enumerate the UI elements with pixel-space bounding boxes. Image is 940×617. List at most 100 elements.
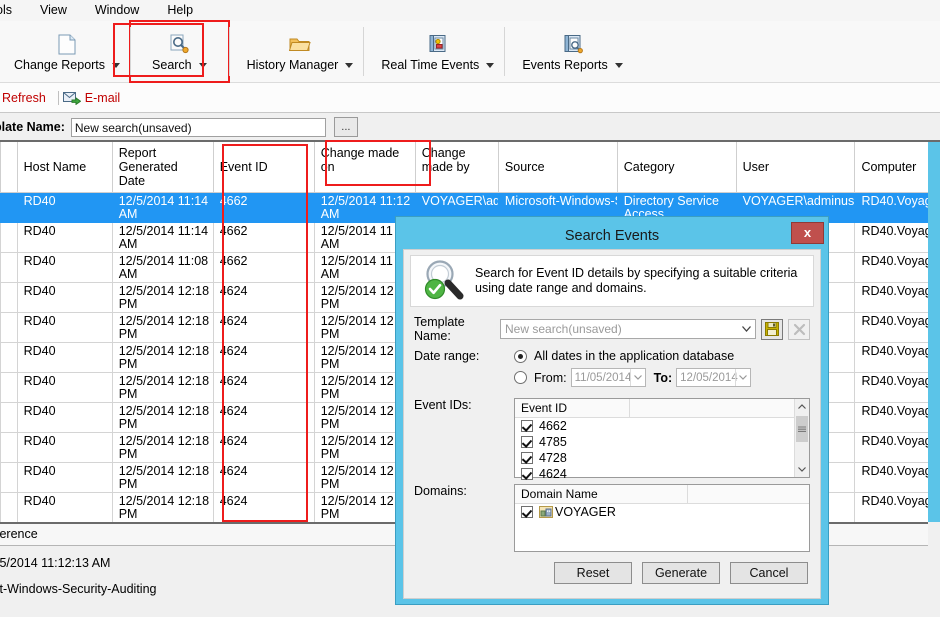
ribbon-button-change-reports[interactable]: Change Reports [0, 21, 130, 82]
domain-checkbox[interactable] [521, 506, 533, 518]
domain-name-column-header[interactable]: Domain Name [515, 485, 688, 503]
chevron-down-icon[interactable] [738, 320, 755, 338]
chevron-down-icon[interactable] [198, 62, 207, 68]
event-id-column-header[interactable]: Event ID [515, 399, 630, 417]
reset-button[interactable]: Reset [554, 562, 632, 584]
row-selector-cell[interactable] [0, 192, 18, 223]
cell-host: RD40 [16, 402, 113, 433]
chevron-down-icon[interactable] [735, 369, 750, 386]
radio-all-dates[interactable]: All dates in the application database [514, 349, 810, 363]
chevron-down-icon[interactable] [112, 62, 121, 68]
cell-host: RD40 [16, 342, 113, 373]
email-icon[interactable] [62, 91, 81, 105]
cell-host: RD40 [16, 312, 113, 343]
event-ids-scrollbar[interactable] [794, 399, 809, 477]
col-event-id[interactable]: Event ID [212, 142, 315, 193]
col-change-made-by[interactable]: Change made by [414, 142, 499, 193]
event-id-list-item[interactable]: 4785 [515, 434, 809, 450]
chevron-down-icon[interactable] [629, 369, 645, 386]
save-template-button[interactable] [761, 318, 783, 340]
email-link[interactable]: E-mail [85, 91, 128, 105]
cell-host: RD40 [16, 192, 113, 223]
row-selector-cell[interactable] [0, 492, 18, 522]
radio-all-dates-indicator [514, 349, 527, 363]
event-id-checkbox[interactable] [521, 420, 533, 432]
row-selector-cell[interactable] [0, 342, 18, 373]
cell-cmp: RD40.Voyager.local [854, 492, 928, 522]
col-change-made-on[interactable]: Change made on [313, 142, 416, 193]
col-report-generated-date[interactable]: Report Generated Date [111, 142, 214, 193]
col-computer[interactable]: Computer [854, 142, 928, 193]
domains-list-header: Domain Name [515, 485, 809, 504]
event-id-list-item[interactable]: 4728 [515, 450, 809, 466]
scroll-up-icon[interactable] [795, 399, 809, 414]
cell-rgd: 12/5/2014 12:18 PM [111, 282, 214, 313]
scroll-down-icon[interactable] [795, 462, 809, 477]
template-browse-button[interactable]: ... [333, 117, 358, 137]
template-name-combobox[interactable]: New search(unsaved) [500, 319, 756, 339]
row-selector-cell[interactable] [0, 372, 18, 403]
ribbon-label-history-manager: History Manager [246, 58, 339, 72]
menu-item-window[interactable]: Window [81, 0, 153, 21]
menu-item-view[interactable]: View [26, 0, 81, 21]
template-name-value: New search(unsaved) [505, 322, 622, 336]
domain-list-item[interactable]: VOYAGER [515, 504, 809, 520]
col-user[interactable]: User [735, 142, 856, 193]
row-selector-cell[interactable] [0, 282, 18, 313]
cell-cmp: RD40.Voyager.local [854, 222, 928, 253]
row-selector-cell[interactable] [0, 402, 18, 433]
event-ids-list-body: 4662 4785 4728 4624 [515, 418, 809, 482]
to-date-picker[interactable]: 12/05/2014 [676, 368, 752, 387]
ribbon-label-search: Search [152, 58, 192, 72]
col-category[interactable]: Category [616, 142, 737, 193]
delete-template-button[interactable] [788, 318, 810, 340]
template-name-input[interactable]: New search(unsaved) [70, 117, 326, 137]
domain-label: VOYAGER [555, 505, 616, 519]
cancel-button[interactable]: Cancel [730, 562, 808, 584]
radio-custom-range[interactable]: From: 11/05/2014 To: 12/05/2014 [514, 368, 810, 387]
generate-button[interactable]: Generate [642, 562, 720, 584]
radio-all-dates-label: All dates in the application database [534, 349, 735, 363]
scrollbar-thumb[interactable] [796, 416, 808, 442]
cell-cmp: RD40.Voyager.local [854, 462, 928, 493]
col-host-name[interactable]: Host Name [16, 142, 113, 193]
row-selector-cell[interactable] [0, 312, 18, 343]
event-id-list-item[interactable]: 4624 [515, 466, 809, 482]
domain-icon [539, 506, 553, 518]
menu-item-help[interactable]: Help [153, 0, 207, 21]
row-selector-cell[interactable] [0, 222, 18, 253]
cell-cmp: RD40.Voyager.local [854, 342, 928, 373]
search-events-dialog: Search Events x Search for Event ID deta… [395, 216, 829, 605]
ribbon-button-history-manager[interactable]: History Manager [228, 21, 364, 82]
refresh-link[interactable]: Refresh [0, 91, 54, 105]
magnifier-check-icon [419, 258, 465, 305]
event-id-checkbox[interactable] [521, 452, 533, 464]
cell-eid: 4624 [212, 372, 315, 403]
event-ids-listbox[interactable]: Event ID 4662 4785 4728 4624 [514, 398, 810, 481]
event-id-checkbox[interactable] [521, 468, 533, 480]
menu-item-tools[interactable]: ols [0, 0, 26, 21]
chevron-down-icon[interactable] [614, 62, 623, 68]
cell-cmp: RD40.Voyager.local [854, 252, 928, 283]
col-source[interactable]: Source [497, 142, 618, 193]
event-id-checkbox[interactable] [521, 436, 533, 448]
row-selector-cell[interactable] [0, 462, 18, 493]
chevron-down-icon[interactable] [486, 62, 495, 68]
event-id-list-item[interactable]: 4662 [515, 418, 809, 434]
row-selector-cell[interactable] [0, 252, 18, 283]
from-date-picker[interactable]: 11/05/2014 [570, 368, 646, 387]
ribbon-label-real-time-events: Real Time Events [381, 58, 480, 72]
ribbon-button-search[interactable]: Search [129, 20, 230, 83]
ribbon-button-events-reports[interactable]: Events Reports [504, 21, 632, 82]
cell-rgd: 12/5/2014 12:18 PM [111, 492, 214, 522]
chevron-down-icon[interactable] [345, 62, 354, 68]
domains-listbox[interactable]: Domain Name VOYAGER [514, 484, 810, 552]
col-rownum[interactable] [0, 142, 18, 193]
ribbon-button-real-time-events[interactable]: Real Time Events [363, 21, 504, 82]
cell-rgd: 12/5/2014 12:18 PM [111, 372, 214, 403]
document-icon [58, 32, 76, 56]
close-icon[interactable]: x [791, 222, 824, 244]
cell-eid: 4624 [212, 282, 315, 313]
row-selector-cell[interactable] [0, 432, 18, 463]
cell-host: RD40 [16, 432, 113, 463]
